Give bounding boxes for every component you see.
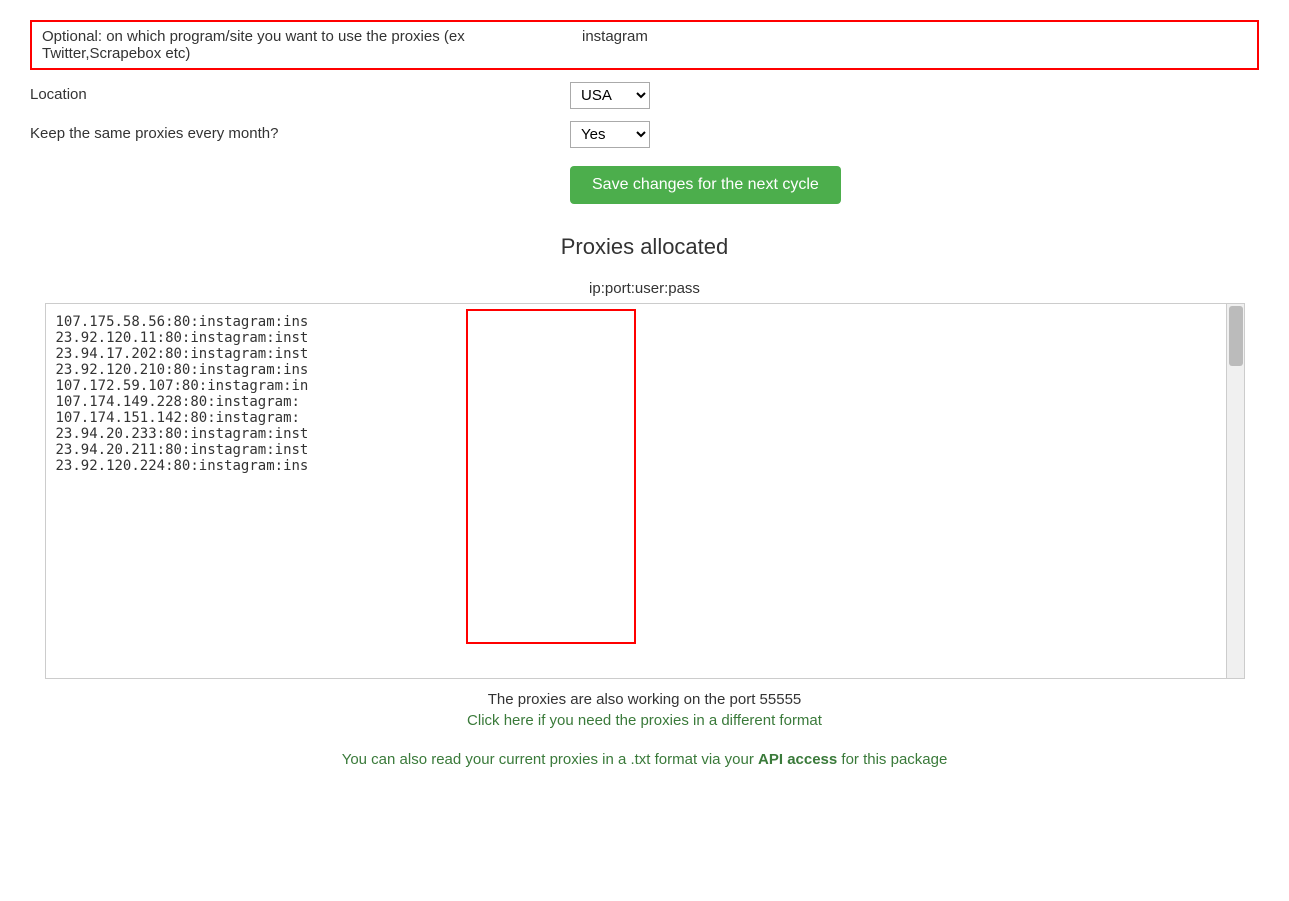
api-access-link[interactable]: API access — [758, 751, 837, 768]
location-select[interactable]: USA UK EU Asia — [570, 82, 650, 109]
save-button[interactable]: Save changes for the next cycle — [570, 166, 841, 204]
keep-same-row: Keep the same proxies every month? Yes N… — [30, 121, 1259, 148]
optional-row: Optional: on which program/site you want… — [30, 20, 1259, 70]
optional-label: Optional: on which program/site you want… — [42, 28, 582, 62]
save-control: Save changes for the next cycle — [570, 160, 1259, 204]
keep-same-label: Keep the same proxies every month? — [30, 121, 570, 142]
scrollbar-thumb — [1229, 306, 1243, 366]
optional-value: instagram — [582, 28, 648, 45]
api-note-prefix: You can also read your current proxies i… — [342, 751, 758, 768]
location-control: USA UK EU Asia — [570, 82, 1259, 109]
save-row: Save changes for the next cycle — [30, 160, 1259, 204]
proxy-textarea[interactable] — [46, 304, 1244, 674]
location-row: Location USA UK EU Asia — [30, 82, 1259, 109]
proxies-title: Proxies allocated — [30, 234, 1259, 260]
api-note: You can also read your current proxies i… — [30, 751, 1259, 768]
save-label-spacer — [30, 160, 570, 164]
port-note: The proxies are also working on the port… — [30, 691, 1259, 708]
format-link[interactable]: Click here if you need the proxies in a … — [30, 712, 1259, 729]
location-label: Location — [30, 82, 570, 103]
api-note-suffix: for this package — [837, 751, 947, 768]
keep-same-control: Yes No — [570, 121, 1259, 148]
keep-same-select[interactable]: Yes No — [570, 121, 650, 148]
proxy-textarea-wrapper — [45, 303, 1245, 679]
scrollbar-track — [1226, 304, 1244, 678]
form-section: Optional: on which program/site you want… — [30, 20, 1259, 204]
proxies-section: Proxies allocated ip:port:user:pass The … — [30, 234, 1259, 768]
ip-label: ip:port:user:pass — [30, 280, 1259, 297]
